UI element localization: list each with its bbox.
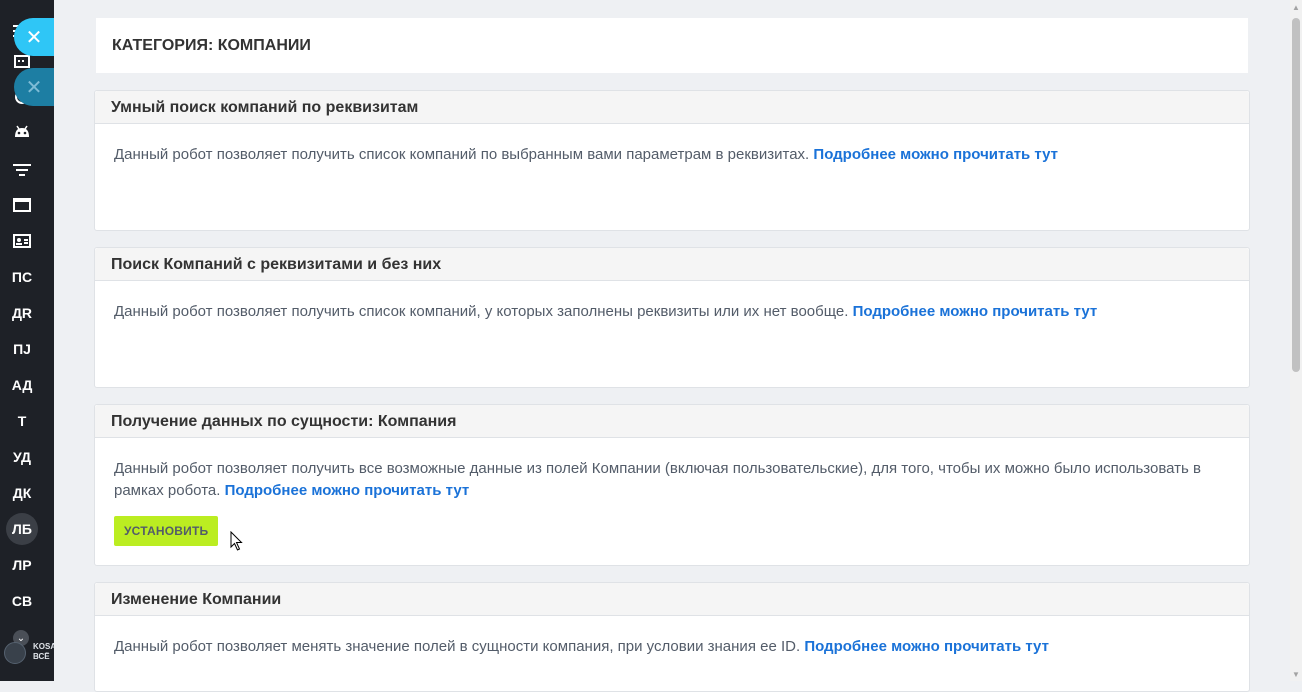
- contact-card-icon[interactable]: [11, 232, 33, 250]
- sidebar-item-pj[interactable]: ПJ: [0, 339, 44, 359]
- scroll-down-arrow-icon[interactable]: ▼: [1290, 667, 1302, 681]
- avatar: [4, 642, 26, 664]
- user-name-line1: KOSA: [33, 642, 54, 651]
- main-content: КАТЕГОРИЯ: КОМПАНИИ Умный поиск компаний…: [54, 0, 1290, 692]
- card-title: Поиск Компаний с реквизитами и без них: [95, 248, 1249, 281]
- sidebar-item-ad[interactable]: АД: [0, 375, 44, 395]
- sidebar-item-ps[interactable]: ПС: [0, 267, 44, 287]
- mouse-cursor-icon: [230, 531, 243, 551]
- scrollbar-thumb[interactable]: [1292, 18, 1300, 372]
- android-icon[interactable]: [11, 123, 33, 141]
- vertical-scrollbar[interactable]: ▲ ▼: [1290, 0, 1302, 681]
- robot-card: Изменение Компании Данный робот позволяе…: [94, 582, 1250, 692]
- read-more-link[interactable]: Подробнее можно прочитать тут: [225, 482, 470, 499]
- user-name-line2: ВСЁ: [33, 652, 50, 661]
- close-icon: ✕: [25, 26, 43, 49]
- sidebar-item-ud[interactable]: УД: [0, 447, 44, 467]
- read-more-link[interactable]: Подробнее можно прочитать тут: [804, 638, 1049, 655]
- close-icon: ✕: [25, 76, 43, 99]
- category-header: КАТЕГОРИЯ: КОМПАНИИ: [96, 18, 1248, 73]
- sidebar-item-dk[interactable]: ДК: [0, 483, 44, 503]
- user-profile[interactable]: ⌄ KOSA ВСЁ: [2, 630, 54, 670]
- page-title: КАТЕГОРИЯ: КОМПАНИИ: [112, 37, 311, 54]
- robot-card: Умный поиск компаний по реквизитам Данны…: [94, 90, 1250, 231]
- sidebar-item-lr[interactable]: ЛР: [0, 555, 44, 575]
- sidebar-item-sv[interactable]: СВ: [0, 591, 44, 611]
- read-more-link[interactable]: Подробнее можно прочитать тут: [813, 146, 1058, 163]
- robot-card: Получение данных по сущности: Компания Д…: [94, 404, 1250, 566]
- scroll-up-arrow-icon[interactable]: ▲: [1290, 0, 1302, 14]
- left-sidebar: ПС ДR ПJ АД Т УД ДК ЛБ ЛР СВ ✕ ✕ ⌄ KOSA …: [0, 0, 54, 681]
- card-title: Изменение Компании: [95, 583, 1249, 616]
- user-name: KOSA ВСЁ: [33, 642, 54, 662]
- sidebar-item-lb[interactable]: ЛБ: [6, 513, 38, 545]
- card-description: Данный робот позволяет менять значение п…: [114, 638, 801, 655]
- sidebar-item-dr[interactable]: ДR: [0, 303, 44, 323]
- install-button[interactable]: УСТАНОВИТЬ: [114, 516, 219, 546]
- filter-icon[interactable]: [11, 161, 33, 179]
- card-body: Данный робот позволяет получить список к…: [95, 281, 1249, 343]
- card-body: Данный робот позволяет получить список к…: [95, 124, 1249, 186]
- card-title: Получение данных по сущности: Компания: [95, 405, 1249, 438]
- card-description: Данный робот позволяет получить список к…: [114, 146, 810, 163]
- card-title: Умный поиск компаний по реквизитам: [95, 91, 1249, 124]
- close-slider-button[interactable]: ✕: [14, 18, 54, 56]
- card-description: Данный робот позволяет получить список к…: [114, 303, 849, 320]
- window-icon[interactable]: [11, 196, 33, 214]
- read-more-link[interactable]: Подробнее можно прочитать тут: [853, 303, 1098, 320]
- robot-card: Поиск Компаний с реквизитами и без них Д…: [94, 247, 1250, 388]
- card-body: Данный робот позволяет менять значение п…: [95, 616, 1249, 678]
- sidebar-item-t[interactable]: Т: [0, 411, 44, 431]
- close-slider-button-secondary[interactable]: ✕: [14, 68, 54, 106]
- card-body: Данный робот позволяет получить все возм…: [95, 438, 1249, 566]
